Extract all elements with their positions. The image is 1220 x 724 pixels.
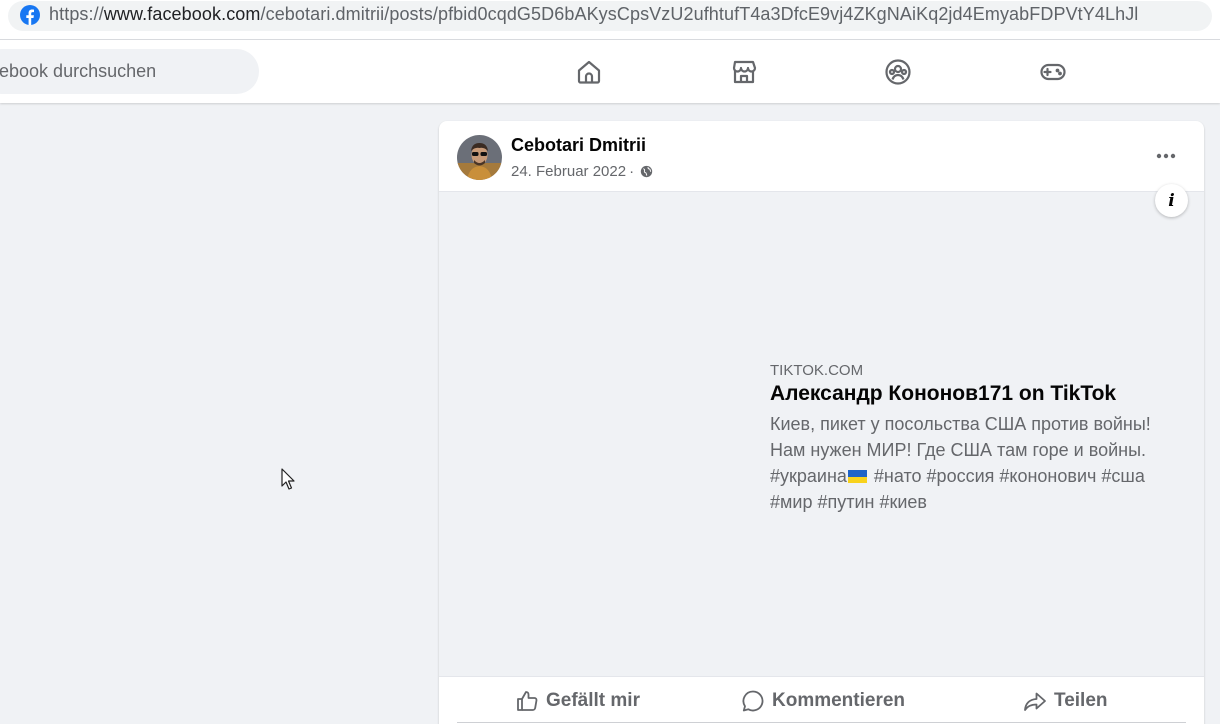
- avatar-photo: [457, 135, 502, 180]
- post-card: Cebotari Dmitrii 24. Februar 2022 · i TI…: [439, 121, 1204, 724]
- search-input[interactable]: acebook durchsuchen: [0, 49, 259, 94]
- link-domain: TIKTOK.COM: [770, 362, 864, 379]
- meta-separator: ·: [629, 163, 635, 180]
- share-label: Teilen: [1054, 690, 1108, 711]
- thumbs-up-icon: [517, 691, 538, 711]
- url-text[interactable]: https://www.facebook.com/cebotari.dmitri…: [49, 4, 1138, 25]
- like-button[interactable]: Gefällt mir: [515, 685, 640, 717]
- comment-icon: [742, 690, 764, 712]
- facebook-favicon-icon: [20, 5, 40, 25]
- link-preview[interactable]: i TIKTOK.COM Александр Кононов171 on Tik…: [439, 184, 1204, 677]
- post-actions: Gefällt mir Kommentieren Teilen: [457, 681, 1186, 723]
- post-options-button[interactable]: [1151, 141, 1181, 171]
- nav-groups[interactable]: [878, 52, 918, 92]
- info-button[interactable]: i: [1155, 184, 1188, 217]
- gaming-icon: [1040, 63, 1066, 81]
- nav-gaming[interactable]: [1033, 52, 1073, 92]
- nav-home[interactable]: [569, 52, 609, 92]
- post-meta: 24. Februar 2022 ·: [511, 163, 653, 180]
- marketplace-icon: [732, 60, 757, 84]
- url-path: /cebotari.dmitrii/posts/pfbid0cqdG5D6bAK…: [260, 4, 1139, 24]
- link-description: Киев, пикет у посольства США против войн…: [770, 411, 1190, 515]
- post-date[interactable]: 24. Februar 2022: [511, 163, 626, 180]
- share-button[interactable]: Teilen: [1023, 685, 1108, 717]
- nav-marketplace[interactable]: [724, 52, 764, 92]
- facebook-header: acebook durchsuchen: [0, 40, 1220, 103]
- link-title[interactable]: Александр Кононов171 on TikTok: [770, 382, 1116, 406]
- url-host: www.facebook.com: [103, 4, 261, 24]
- mouse-cursor-icon: [281, 468, 295, 490]
- desc-line-1: Киев, пикет у посольства США против войн…: [770, 414, 1151, 434]
- desc-line-4: #мир #путин #киев: [770, 492, 927, 512]
- desc-line-3: #украина #нато #россия #кононович #сша: [770, 463, 1190, 489]
- groups-icon: [885, 59, 911, 85]
- search-placeholder: acebook durchsuchen: [0, 61, 157, 81]
- home-icon: [577, 60, 601, 84]
- share-icon: [1024, 692, 1046, 711]
- like-label: Gefällt mir: [546, 690, 640, 711]
- desc-tag-ukraine: #украина: [770, 466, 847, 486]
- globe-icon: [640, 165, 653, 178]
- comment-button[interactable]: Kommentieren: [741, 685, 905, 717]
- ukraine-flag-icon: [847, 470, 867, 483]
- url-prefix: https://: [49, 4, 104, 24]
- comment-label: Kommentieren: [772, 690, 906, 711]
- browser-address-bar: https://www.facebook.com/cebotari.dmitri…: [0, 0, 1220, 40]
- post-author[interactable]: Cebotari Dmitrii: [511, 135, 646, 156]
- info-icon: i: [1168, 190, 1175, 211]
- desc-line-2: Нам нужен МИР! Где США там горе и войны.: [770, 440, 1147, 460]
- avatar[interactable]: [457, 135, 502, 180]
- desc-tags: #нато #россия #кононович #сша: [868, 466, 1145, 486]
- ellipsis-icon: [1156, 153, 1176, 159]
